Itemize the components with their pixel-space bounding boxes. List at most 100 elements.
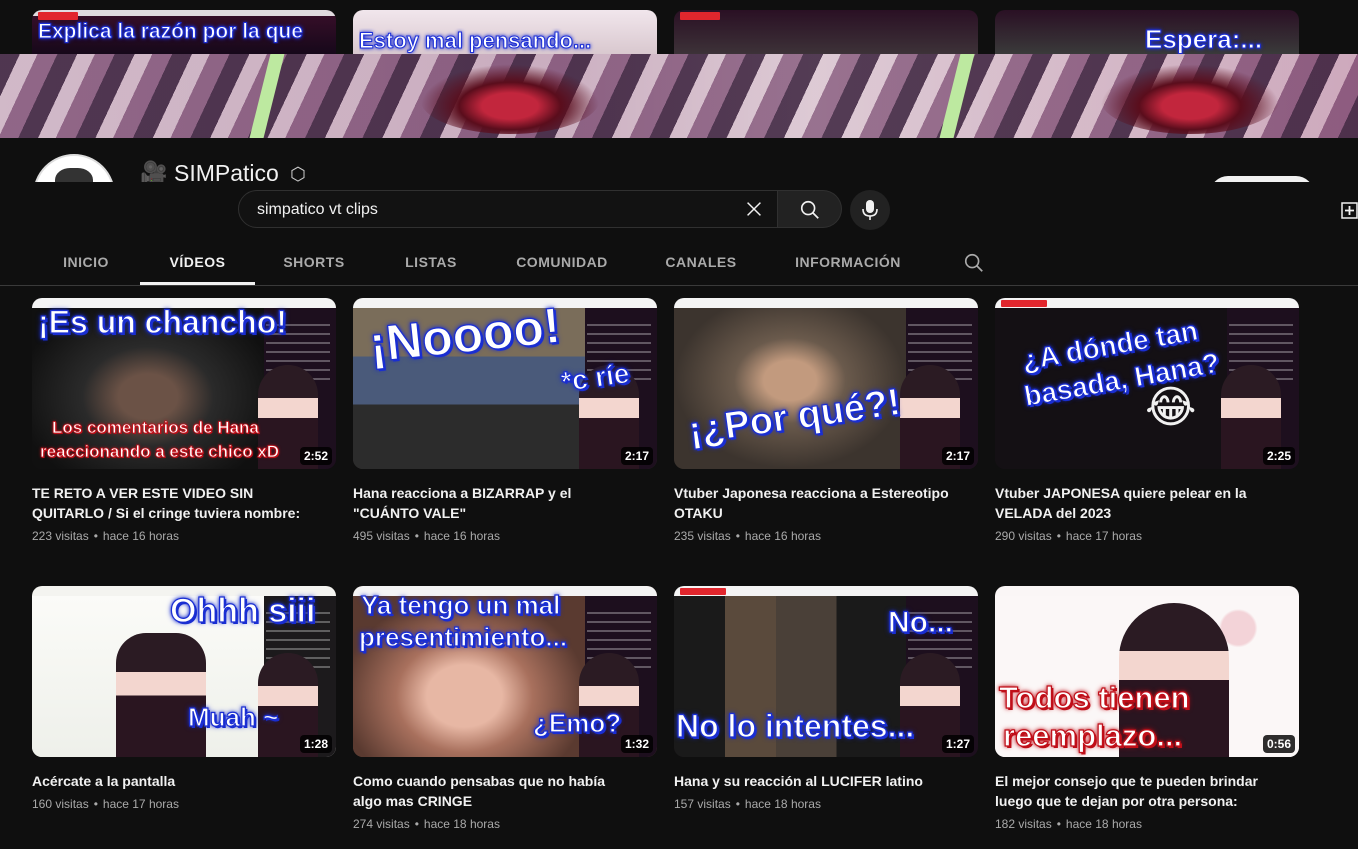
thumbnail-caption: Muah ~ bbox=[187, 702, 279, 732]
search-box bbox=[238, 190, 778, 229]
channel-tabs: INICIO VÍDEOS SHORTS LISTAS COMUNIDAD CA… bbox=[0, 238, 1358, 286]
tab-videos[interactable]: VÍDEOS bbox=[140, 238, 255, 285]
video-duration: 2:17 bbox=[941, 447, 974, 465]
thumbnail-caption: Todos tienen bbox=[998, 680, 1190, 715]
banner-stripe bbox=[249, 54, 285, 138]
search-input[interactable] bbox=[255, 191, 739, 229]
tab-comunidad[interactable]: COMUNIDAD bbox=[506, 238, 618, 285]
video-card[interactable]: Ohhh siii Muah ~ 1:28 Acércate a la pant… bbox=[32, 586, 336, 811]
video-duration: 1:27 bbox=[941, 735, 974, 753]
subscribe-badge bbox=[38, 12, 78, 20]
separator-dot: • bbox=[735, 797, 740, 811]
separator-dot: • bbox=[1056, 529, 1061, 543]
tab-listas[interactable]: LISTAS bbox=[392, 238, 470, 285]
upload-age: hace 16 horas bbox=[423, 529, 500, 543]
view-count: 182 visitas bbox=[995, 817, 1052, 831]
video-title[interactable]: Acércate a la pantalla bbox=[32, 771, 336, 791]
video-title[interactable]: Vtuber JAPONESA quiere pelear en la VELA… bbox=[995, 483, 1299, 523]
video-meta: 160 visitas • hace 17 horas bbox=[32, 797, 336, 811]
channel-banner bbox=[0, 54, 1358, 138]
video-title[interactable]: Como cuando pensabas que no había algo m… bbox=[353, 771, 657, 811]
banner-eye bbox=[1100, 64, 1280, 134]
banner-stripe bbox=[939, 54, 975, 138]
channel-header: 🎥 SIMPatico ⬡ bbox=[0, 138, 1358, 182]
thumbnail-caption: No... bbox=[887, 606, 953, 639]
tab-canales[interactable]: CANALES bbox=[656, 238, 746, 285]
thumbnail-caption: ¡Es un chancho! bbox=[37, 304, 287, 340]
upload-age: hace 16 horas bbox=[102, 529, 179, 543]
video-meta: 495 visitas • hace 16 horas bbox=[353, 529, 657, 543]
thumbnail-caption: Los comentarios de Hana bbox=[52, 418, 260, 437]
view-count: 290 visitas bbox=[995, 529, 1052, 543]
video-title[interactable]: El mejor consejo que te pueden brindar l… bbox=[995, 771, 1299, 811]
video-thumbnail[interactable]: Todos tienen reemplazo... 0:56 bbox=[995, 586, 1299, 757]
separator-dot: • bbox=[414, 817, 419, 831]
video-meta: 157 visitas • hace 18 horas bbox=[674, 797, 978, 811]
prev-thumbnail[interactable] bbox=[674, 10, 978, 54]
tab-shorts[interactable]: SHORTS bbox=[270, 238, 358, 285]
upload-age: hace 17 horas bbox=[102, 797, 179, 811]
prev-thumbnail[interactable]: Explica la razón por la que bbox=[32, 10, 336, 54]
thumbnail-caption: Estoy mal pensando... bbox=[359, 28, 592, 54]
upload-age: hace 16 horas bbox=[744, 529, 821, 543]
video-thumbnail[interactable]: No... No lo intentes... 1:27 bbox=[674, 586, 978, 757]
video-card[interactable]: ¿A dónde tan basada, Hana? 😂 2:25 Vtuber… bbox=[995, 298, 1299, 543]
thumbnail-frame bbox=[674, 298, 978, 308]
video-title[interactable]: Vtuber Japonesa reacciona a Estereotipo … bbox=[674, 483, 978, 523]
video-card[interactable]: Ya tengo un mal presentimiento... ¿Emo? … bbox=[353, 586, 657, 831]
video-meta: 235 visitas • hace 16 horas bbox=[674, 529, 978, 543]
video-meta: 290 visitas • hace 17 horas bbox=[995, 529, 1299, 543]
video-title[interactable]: Hana y su reacción al LUCIFER latino bbox=[674, 771, 978, 791]
thumbnail-caption: No lo intentes... bbox=[675, 708, 915, 744]
separator-dot: • bbox=[735, 529, 740, 543]
video-duration: 2:17 bbox=[620, 447, 653, 465]
video-title[interactable]: TE RETO A VER ESTE VIDEO SIN QUITARLO / … bbox=[32, 483, 336, 523]
video-title[interactable]: Hana reacciona a BIZARRAP y el "CUÁNTO V… bbox=[353, 483, 657, 523]
video-thumbnail[interactable]: ¡¿Por qué?! 2:17 bbox=[674, 298, 978, 469]
video-thumbnail[interactable]: Ohhh siii Muah ~ 1:28 bbox=[32, 586, 336, 757]
search-button[interactable] bbox=[778, 190, 842, 228]
add-icon[interactable] bbox=[1341, 202, 1358, 219]
video-thumbnail[interactable]: ¿A dónde tan basada, Hana? 😂 2:25 bbox=[995, 298, 1299, 469]
video-meta: 182 visitas • hace 18 horas bbox=[995, 817, 1299, 831]
prev-thumbnail[interactable]: Espera:... bbox=[995, 10, 1299, 54]
channel-avatar[interactable] bbox=[33, 154, 115, 182]
thumbnail-caption: presentimiento... bbox=[358, 622, 568, 652]
subscribe-badge bbox=[1001, 300, 1047, 307]
banner-eye bbox=[420, 64, 600, 134]
prev-thumbnail[interactable]: Estoy mal pensando... bbox=[353, 10, 657, 54]
thumbnail-caption: reaccionando a este chico xD bbox=[40, 442, 280, 461]
tab-informacion[interactable]: INFORMACIÓN bbox=[786, 238, 910, 285]
thumbnail-caption: Espera:... bbox=[1145, 24, 1263, 54]
microphone-icon bbox=[862, 200, 878, 220]
thumbnail-caption: Ohhh siii bbox=[169, 592, 316, 630]
video-card[interactable]: ¡¿Por qué?! 2:17 Vtuber Japonesa reaccio… bbox=[674, 298, 978, 543]
search-icon[interactable] bbox=[963, 252, 985, 274]
video-duration: 0:56 bbox=[1262, 735, 1295, 753]
video-card[interactable]: ¡Es un chancho! Los comentarios de Hana … bbox=[32, 298, 336, 543]
vtuber-avatar bbox=[116, 633, 206, 757]
video-card[interactable]: Todos tienen reemplazo... 0:56 El mejor … bbox=[995, 586, 1299, 831]
separator-dot: • bbox=[93, 797, 98, 811]
subscribe-badge bbox=[680, 588, 726, 595]
view-count: 160 visitas bbox=[32, 797, 89, 811]
video-meta: 274 visitas • hace 18 horas bbox=[353, 817, 657, 831]
view-count: 235 visitas bbox=[674, 529, 731, 543]
video-thumbnail[interactable]: ¡Es un chancho! Los comentarios de Hana … bbox=[32, 298, 336, 469]
video-thumbnail[interactable]: ¡Noooo! *c ríe 2:17 bbox=[353, 298, 657, 469]
channel-name: SIMPatico bbox=[174, 160, 279, 182]
separator-dot: • bbox=[414, 529, 419, 543]
view-count: 157 visitas bbox=[674, 797, 731, 811]
view-count: 495 visitas bbox=[353, 529, 410, 543]
video-card[interactable]: No... No lo intentes... 1:27 Hana y su r… bbox=[674, 586, 978, 811]
voice-search-button[interactable] bbox=[850, 190, 890, 230]
thumbnail-caption: Explica la razón por la que bbox=[38, 20, 303, 44]
video-card[interactable]: ¡Noooo! *c ríe 2:17 Hana reacciona a BIZ… bbox=[353, 298, 657, 543]
separator-dot: • bbox=[93, 529, 98, 543]
thumbnail-caption: Ya tengo un mal bbox=[360, 590, 561, 620]
verified-icon: ⬡ bbox=[290, 164, 306, 182]
video-thumbnail[interactable]: Ya tengo un mal presentimiento... ¿Emo? … bbox=[353, 586, 657, 757]
view-count: 274 visitas bbox=[353, 817, 410, 831]
close-icon[interactable] bbox=[743, 198, 765, 220]
tab-inicio[interactable]: INICIO bbox=[48, 238, 124, 285]
